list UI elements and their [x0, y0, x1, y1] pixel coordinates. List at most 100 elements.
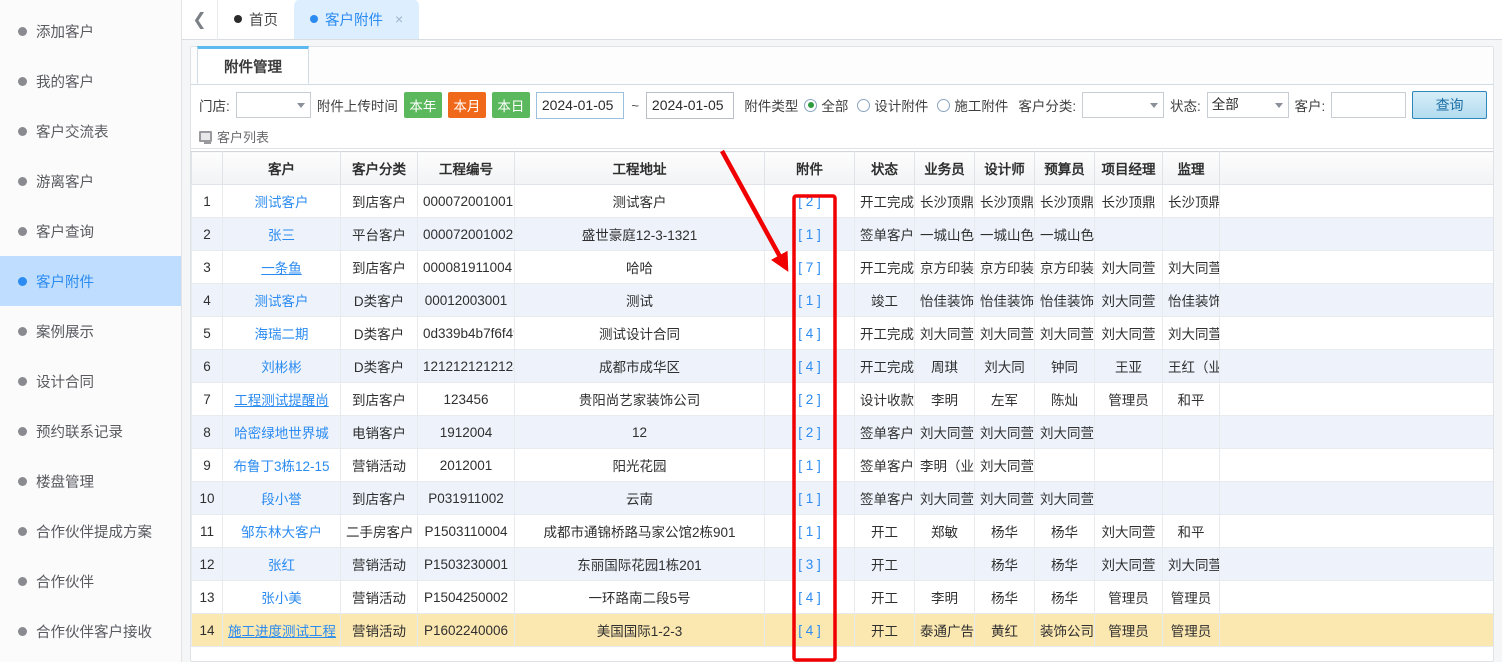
customer-link[interactable]: 布鲁丁3栋12-15 [233, 459, 329, 474]
attachment-count-link[interactable]: [ 4 ] [798, 326, 821, 341]
tab-attachment-management[interactable]: 附件管理 [197, 46, 309, 84]
cell-customer-name[interactable]: 邹东林大客户 [223, 515, 341, 548]
quick-filter-this-year[interactable]: 本年 [404, 92, 442, 118]
attachment-count-link[interactable]: [ 2 ] [798, 392, 821, 407]
sidebar-item-8[interactable]: 预约联系记录 [0, 406, 181, 456]
column-header-3[interactable]: 工程编号 [418, 152, 515, 185]
customer-link[interactable]: 测试客户 [255, 294, 309, 309]
cell-attachment-count[interactable]: [ 1 ] [765, 482, 855, 515]
cell-customer-name[interactable]: 张小美 [223, 581, 341, 614]
attachment-count-link[interactable]: [ 1 ] [798, 524, 821, 539]
customer-link[interactable]: 哈密绿地世界城 [234, 426, 329, 441]
search-button[interactable]: 查询 [1412, 91, 1487, 119]
cell-customer-name[interactable]: 工程测试提醒尚 [223, 383, 341, 416]
tab-0[interactable]: 首页 [218, 0, 294, 39]
cell-attachment-count[interactable]: [ 1 ] [765, 515, 855, 548]
table-row[interactable]: 8哈密绿地世界城电销客户191200412[ 2 ]签单客户刘大同萱刘大同萱刘大… [192, 416, 1494, 449]
cell-attachment-count[interactable]: [ 2 ] [765, 383, 855, 416]
customer-link[interactable]: 张红 [268, 558, 295, 573]
cell-attachment-count[interactable]: [ 4 ] [765, 317, 855, 350]
attachment-count-link[interactable]: [ 2 ] [798, 425, 821, 440]
sidebar-item-10[interactable]: 合作伙伴提成方案 [0, 506, 181, 556]
store-select[interactable] [236, 92, 311, 118]
attachment-count-link[interactable]: [ 1 ] [798, 458, 821, 473]
table-row[interactable]: 5海瑞二期D类客户0d339b4b7f6f49测试设计合同[ 4 ]开工完成刘大… [192, 317, 1494, 350]
cell-attachment-count[interactable]: [ 1 ] [765, 284, 855, 317]
sidebar-item-12[interactable]: 合作伙伴客户接收 [0, 606, 181, 656]
table-row[interactable]: 10段小誉到店客户P031911002云南[ 1 ]签单客户刘大同萱刘大同萱刘大… [192, 482, 1494, 515]
attachment-count-link[interactable]: [ 4 ] [798, 590, 821, 605]
date-to-input[interactable]: 2024-01-05 [646, 92, 735, 119]
date-from-input[interactable]: 2024-01-05 [536, 92, 625, 119]
column-header-11[interactable]: 监理 [1163, 152, 1220, 185]
cell-customer-name[interactable]: 海瑞二期 [223, 317, 341, 350]
table-row[interactable]: 6刘彬彬D类客户1212121212123成都市成华区[ 4 ]开工完成周琪刘大… [192, 350, 1494, 383]
attachment-type-radio-2[interactable]: 施工附件 [937, 95, 1008, 115]
attachment-count-link[interactable]: [ 7 ] [798, 260, 821, 275]
cell-customer-name[interactable]: 一条鱼 [223, 251, 341, 284]
customer-link[interactable]: 测试客户 [255, 195, 309, 210]
table-row[interactable]: 2张三平台客户000072001002盛世豪庭12-3-1321[ 1 ]签单客… [192, 218, 1494, 251]
column-header-2[interactable]: 客户分类 [341, 152, 418, 185]
column-header-5[interactable]: 附件 [765, 152, 855, 185]
customer-link[interactable]: 一条鱼 [261, 261, 302, 276]
sidebar-item-11[interactable]: 合作伙伴 [0, 556, 181, 606]
sidebar-item-2[interactable]: 客户交流表 [0, 106, 181, 156]
cell-customer-name[interactable]: 段小誉 [223, 482, 341, 515]
table-scroll-area[interactable]: 客户客户分类工程编号工程地址附件状态业务员设计师预算员项目经理监理 1测试客户到… [191, 151, 1493, 661]
sidebar-item-9[interactable]: 楼盘管理 [0, 456, 181, 506]
customer-link[interactable]: 邹东林大客户 [241, 525, 322, 540]
column-header-6[interactable]: 状态 [855, 152, 915, 185]
cell-attachment-count[interactable]: [ 2 ] [765, 416, 855, 449]
sidebar-item-0[interactable]: 添加客户 [0, 6, 181, 56]
cell-attachment-count[interactable]: [ 3 ] [765, 548, 855, 581]
sidebar-item-5[interactable]: 客户附件 [0, 256, 181, 306]
cell-customer-name[interactable]: 施工进度测试工程 [223, 614, 341, 647]
cell-customer-name[interactable]: 哈密绿地世界城 [223, 416, 341, 449]
customer-link[interactable]: 工程测试提醒尚 [234, 393, 329, 408]
tab-1[interactable]: 客户附件× [294, 0, 419, 39]
cell-customer-name[interactable]: 布鲁丁3栋12-15 [223, 449, 341, 482]
attachment-count-link[interactable]: [ 2 ] [798, 194, 821, 209]
cell-customer-name[interactable]: 张三 [223, 218, 341, 251]
status-select[interactable]: 全部 [1207, 92, 1289, 118]
attachment-count-link[interactable]: [ 1 ] [798, 491, 821, 506]
cell-attachment-count[interactable]: [ 1 ] [765, 218, 855, 251]
close-icon[interactable]: × [395, 11, 403, 27]
chevron-left-icon[interactable]: ❮ [182, 0, 218, 40]
cell-customer-name[interactable]: 测试客户 [223, 284, 341, 317]
attachment-count-link[interactable]: [ 3 ] [798, 557, 821, 572]
column-header-0[interactable] [192, 152, 223, 185]
customer-link[interactable]: 刘彬彬 [261, 360, 302, 375]
customer-link[interactable]: 海瑞二期 [255, 327, 309, 342]
column-header-4[interactable]: 工程地址 [515, 152, 765, 185]
customer-link[interactable]: 段小誉 [261, 492, 302, 507]
cell-customer-name[interactable]: 测试客户 [223, 185, 341, 218]
cell-attachment-count[interactable]: [ 4 ] [765, 581, 855, 614]
cell-attachment-count[interactable]: [ 2 ] [765, 185, 855, 218]
cell-attachment-count[interactable]: [ 1 ] [765, 449, 855, 482]
customer-category-select[interactable] [1082, 92, 1164, 118]
attachment-count-link[interactable]: [ 1 ] [798, 293, 821, 308]
table-row[interactable]: 4测试客户D类客户00012003001测试[ 1 ]竣工怡佳装饰怡佳装饰怡佳装… [192, 284, 1494, 317]
sidebar-item-4[interactable]: 客户查询 [0, 206, 181, 256]
table-row[interactable]: 14施工进度测试工程营销活动P1602240006美国国际1-2-3[ 4 ]开… [192, 614, 1494, 647]
attachment-count-link[interactable]: [ 4 ] [798, 359, 821, 374]
quick-filter-today[interactable]: 本日 [492, 92, 530, 118]
table-row[interactable]: 12张红营销活动P1503230001东丽国际花园1栋201[ 3 ]开工杨华杨… [192, 548, 1494, 581]
table-row[interactable]: 13张小美营销活动P1504250002一环路南二段5号[ 4 ]开工李明杨华杨… [192, 581, 1494, 614]
attachment-count-link[interactable]: [ 4 ] [798, 623, 821, 638]
sidebar-item-1[interactable]: 我的客户 [0, 56, 181, 106]
cell-attachment-count[interactable]: [ 7 ] [765, 251, 855, 284]
column-header-1[interactable]: 客户 [223, 152, 341, 185]
column-header-9[interactable]: 预算员 [1035, 152, 1095, 185]
customer-input[interactable] [1331, 92, 1406, 118]
column-header-7[interactable]: 业务员 [915, 152, 975, 185]
table-row[interactable]: 9布鲁丁3栋12-15营销活动2012001阳光花园[ 1 ]签单客户李明（业刘… [192, 449, 1494, 482]
table-row[interactable]: 1测试客户到店客户000072001001测试客户[ 2 ]开工完成长沙顶鼎长沙… [192, 185, 1494, 218]
customer-link[interactable]: 张三 [268, 228, 295, 243]
table-row[interactable]: 11邹东林大客户二手房客户P1503110004成都市通锦桥路马家公馆2栋901… [192, 515, 1494, 548]
attachment-type-radio-0[interactable]: 全部 [804, 95, 848, 115]
sidebar-item-7[interactable]: 设计合同 [0, 356, 181, 406]
sidebar-item-3[interactable]: 游离客户 [0, 156, 181, 206]
